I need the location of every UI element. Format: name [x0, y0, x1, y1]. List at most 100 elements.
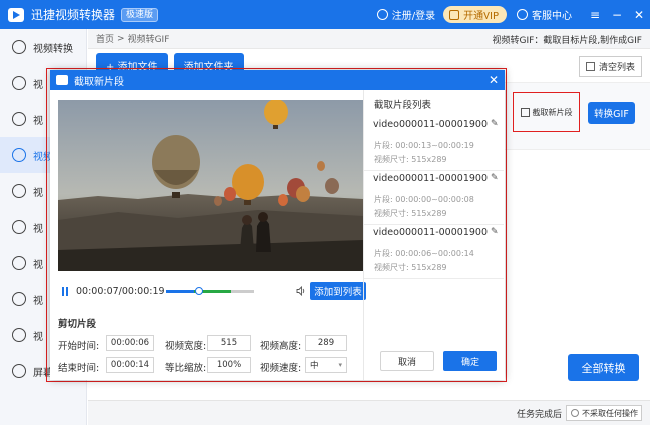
breadcrumb-current: 视频转GIF [127, 35, 170, 45]
scale-input[interactable]: 100% [207, 357, 251, 373]
clip-range-row: 片段: 00:00:06~00:00:14 [374, 248, 474, 259]
section-title: 剪切片段 [58, 319, 97, 330]
volume-icon[interactable] [296, 286, 306, 296]
sidebar-item-label: 视 [33, 331, 43, 343]
sidebar-icon [12, 292, 26, 306]
dialog-titlebar: 截取新片段 [50, 70, 505, 90]
clip-size-value: 515x289 [411, 155, 447, 164]
status-bar: 任务完成后 不采取任何操作 [88, 400, 650, 425]
edit-icon[interactable]: ✎ [491, 173, 499, 183]
page-hint: 视频转GIF：截取目标片段,制作成GIF [492, 36, 642, 46]
service-icon [517, 9, 528, 20]
minimize-icon[interactable]: − [606, 0, 628, 29]
clip-size-row: 视频尺寸: 515x289 [374, 208, 447, 219]
clip-range-label: 片段: [374, 249, 393, 258]
pause-icon[interactable] [62, 286, 68, 296]
app-logo-icon [8, 7, 24, 22]
seek-progress [166, 290, 195, 293]
video-speed-value: 中 [310, 361, 319, 371]
clip-size-label: 视频尺寸: [374, 209, 409, 218]
breadcrumb: 首页 > 视频转GIF 视频转GIF：截取目标片段,制作成GIF [88, 29, 650, 49]
chevron-down-icon: ▾ [338, 361, 342, 369]
add-to-list-button[interactable]: 添加到列表 [310, 282, 366, 300]
clip-list-item[interactable]: video000011-000019000000... ✎ 片段: 00:00:… [364, 173, 504, 225]
clip-range-value: 00:00:06~00:00:14 [395, 249, 474, 258]
sidebar-icon [12, 220, 26, 234]
clip-size-row: 视频尺寸: 515x289 [374, 262, 447, 273]
breadcrumb-home[interactable]: 首页 [96, 32, 114, 45]
sidebar-item-label: 视 [33, 223, 43, 235]
sidebar-item-label: 视频转换 [33, 43, 73, 55]
close-window-icon[interactable]: ✕ [628, 0, 650, 29]
video-width-input[interactable]: 515 [207, 335, 251, 351]
clear-list-label: 清空列表 [598, 63, 635, 73]
sidebar-item-label: 视 [33, 187, 43, 199]
sidebar-item-label: 视 [33, 295, 43, 307]
crop-icon [520, 107, 530, 117]
service-link[interactable]: 客服中心 [532, 7, 572, 22]
radio-icon [571, 409, 579, 417]
convert-all-button[interactable]: 全部转换 [568, 354, 639, 381]
sidebar-icon [12, 328, 26, 342]
after-task-select[interactable]: 不采取任何操作 [566, 405, 642, 421]
edit-icon[interactable]: ✎ [491, 227, 499, 237]
start-time-input[interactable]: 00:00:06 [106, 335, 154, 351]
seek-bar[interactable] [166, 287, 254, 295]
login-link[interactable]: 注册/登录 [392, 7, 435, 22]
video-height-input[interactable]: 289 [305, 335, 347, 351]
cut-new-clip-label: 截取新片段 [532, 107, 573, 117]
clip-size-value: 515x289 [411, 209, 447, 218]
screen-record-icon [12, 364, 26, 378]
dialog-title: 截取新片段 [74, 76, 124, 88]
after-task-option: 不采取任何操作 [582, 408, 638, 418]
video-speed-label: 视频速度: [260, 363, 302, 374]
scale-label: 等比缩放: [165, 363, 207, 374]
sidebar-icon [12, 40, 26, 54]
edit-icon[interactable]: ✎ [491, 119, 499, 129]
clip-size-value: 515x289 [411, 263, 447, 272]
video-height-label: 视频高度: [260, 341, 302, 352]
clip-name: video000011-000019000000... [373, 173, 488, 184]
clip-range-label: 片段: [374, 141, 393, 150]
clip-range-label: 片段: [374, 195, 393, 204]
start-time-label: 开始时间: [58, 341, 100, 352]
sidebar-item-label: 视 [33, 259, 43, 271]
ok-button[interactable]: 确定 [443, 351, 497, 371]
clip-list-title: 截取片段列表 [374, 100, 432, 111]
dialog-close-icon[interactable]: ✕ [489, 73, 499, 87]
video-speed-select[interactable]: 中 ▾ [305, 357, 347, 373]
clip-list-item[interactable]: video000011-000019000000... ✎ 片段: 00:00:… [364, 119, 504, 171]
clear-list-button[interactable]: 清空列表 [578, 56, 642, 77]
sidebar-icon [12, 256, 26, 270]
clip-size-row: 视频尺寸: 515x289 [374, 154, 447, 165]
vip-label: 开通VIP [463, 11, 499, 22]
cancel-button[interactable]: 取消 [380, 351, 434, 371]
clear-icon [585, 62, 595, 71]
sidebar-item-label: 视 [33, 115, 43, 127]
clip-range-row: 片段: 00:00:00~00:00:08 [374, 194, 474, 205]
sidebar-item-0[interactable]: 视频转换 [0, 29, 86, 65]
video-frame [58, 100, 363, 271]
end-time-label: 结束时间: [58, 363, 100, 374]
sidebar-item-label: 视 [33, 79, 43, 91]
clip-range-value: 00:00:00~00:00:08 [395, 195, 474, 204]
seek-handle[interactable] [194, 287, 203, 295]
vip-button[interactable]: 开通VIP [443, 6, 507, 23]
clip-name: video000011-000019000000... [373, 119, 488, 130]
vip-icon [449, 9, 460, 20]
menu-icon[interactable]: ≡ [584, 0, 606, 29]
time-display: 00:00:07/00:00:19 [76, 285, 165, 297]
clip-size-label: 视频尺寸: [374, 155, 409, 164]
clip-size-label: 视频尺寸: [374, 263, 409, 272]
breadcrumb-separator: > [117, 33, 125, 44]
after-task-label: 任务完成后 [516, 410, 562, 420]
end-time-input[interactable]: 00:00:14 [106, 357, 154, 373]
clip-range-value: 00:00:13~00:00:19 [395, 141, 474, 150]
cut-new-clip-button[interactable]: 截取新片段 [513, 92, 580, 132]
convert-gif-button[interactable]: 转换GIF [588, 102, 635, 124]
playback-controls: 00:00:07/00:00:19 添加到列表 [58, 280, 366, 302]
video-preview[interactable] [58, 100, 363, 271]
clip-list-panel: 截取片段列表 video000011-000019000000... ✎ 片段:… [363, 90, 505, 380]
clip-list-item[interactable]: video000011-000019000000... ✎ 片段: 00:00:… [364, 227, 504, 279]
cut-clip-dialog: 截取新片段 ✕ 00:00:07/00:00:19 添加到列表 剪切片段 开始时… [50, 70, 505, 380]
